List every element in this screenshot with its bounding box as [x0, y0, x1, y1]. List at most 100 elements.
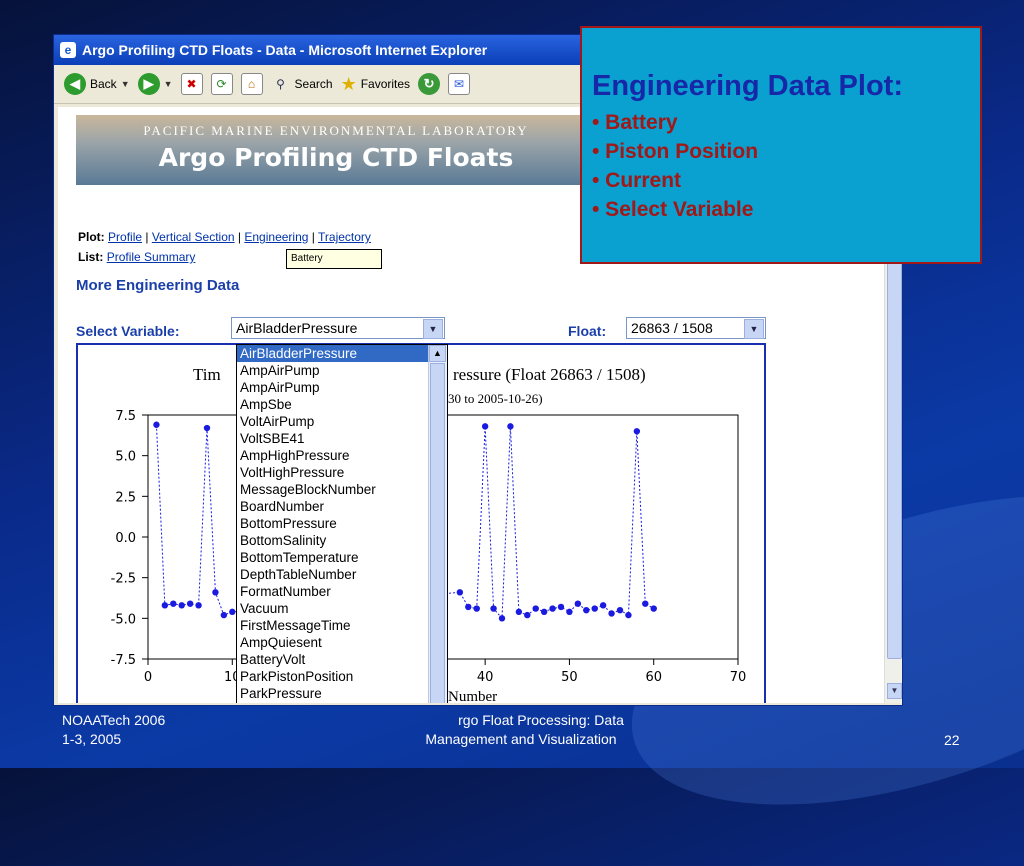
dropdown-option[interactable]: AmpSbe — [237, 396, 447, 413]
variable-select[interactable]: AirBladderPressure ▼ — [231, 317, 445, 339]
data-point — [465, 603, 472, 611]
footer-left: NOAATech 2006 1-3, 2005 — [62, 711, 165, 749]
chevron-down-icon[interactable]: ▼ — [744, 319, 764, 339]
dropdown-option[interactable]: AmpQuiesent — [237, 634, 447, 651]
data-point — [532, 605, 539, 612]
dropdown-option[interactable]: FirstMessageTime — [237, 617, 447, 634]
x-tick-label: 50 — [561, 670, 578, 685]
dropdown-option[interactable]: BottomTemperature — [237, 549, 447, 566]
dropdown-option[interactable]: AirBladderPressure — [237, 345, 447, 362]
dropdown-option[interactable]: DepthTableNumber — [237, 566, 447, 583]
search-button[interactable]: ⚲ Search — [271, 74, 332, 94]
data-point — [178, 602, 185, 609]
data-point — [599, 602, 607, 609]
data-point — [642, 600, 649, 607]
data-point — [633, 428, 641, 435]
search-icon: ⚲ — [276, 77, 285, 91]
dropdown-scrollbar[interactable]: ▲ — [428, 345, 447, 703]
note-bullet-piston: • Piston Position — [592, 140, 759, 163]
vertical-section-link[interactable]: Vertical Section — [152, 230, 235, 244]
x-tick-label: 60 — [645, 670, 662, 685]
separator: | — [311, 230, 315, 244]
dropdown-option[interactable]: ParkPistonPosition — [237, 668, 447, 685]
x-axis-label: Number — [448, 689, 497, 703]
data-point — [229, 608, 236, 616]
y-tick-label: -2.5 — [111, 572, 136, 587]
list-nav: List: Profile Summary — [78, 250, 195, 264]
refresh-icon[interactable]: ⟳ — [210, 73, 233, 95]
data-point — [203, 424, 211, 432]
data-point — [524, 611, 531, 619]
dropdown-option[interactable]: BatteryVolt — [237, 651, 447, 668]
banner-subtitle: Pacific Marine Environmental Laboratory — [143, 123, 529, 138]
forward-arrow-icon: ▶ — [137, 73, 160, 95]
dropdown-option[interactable]: VoltHighPressure — [237, 464, 447, 481]
chevron-down-icon[interactable]: ▼ — [121, 79, 130, 89]
dropdown-scroll-thumb[interactable] — [430, 363, 445, 703]
dropdown-option[interactable]: ParkPressure — [237, 685, 447, 702]
dropdown-option[interactable]: AmpAirPump — [237, 362, 447, 379]
pmel-banner: Pacific Marine Environmental Laboratory … — [76, 115, 596, 185]
data-point — [490, 605, 497, 612]
battery-tooltip: Battery — [286, 249, 382, 269]
dropdown-option[interactable]: VoltAirPump — [237, 413, 447, 430]
dropdown-option[interactable]: VoltSBE41 — [237, 430, 447, 447]
y-tick-label: 7.5 — [115, 409, 136, 424]
chevron-down-icon[interactable]: ▼ — [423, 319, 443, 339]
select-variable-label: Select Variable: — [76, 323, 180, 339]
back-button[interactable]: ◀ Back ▼ — [64, 73, 130, 95]
favorites-label: Favorites — [360, 77, 411, 91]
history-icon[interactable]: ↻ — [418, 73, 441, 95]
dropdown-option[interactable]: ParkSalinity — [237, 702, 447, 703]
home-icon[interactable]: ⌂ — [240, 73, 263, 95]
dropdown-option[interactable]: AmpHighPressure — [237, 447, 447, 464]
chevron-down-icon[interactable]: ▼ — [887, 683, 902, 699]
trajectory-link[interactable]: Trajectory — [318, 230, 371, 244]
chevron-up-icon[interactable]: ▲ — [429, 345, 446, 362]
y-tick-label: 0.0 — [115, 531, 136, 546]
data-point — [481, 423, 489, 430]
separator: | — [237, 230, 242, 244]
variable-dropdown-list[interactable]: AirBladderPressure AmpAirPump AmpAirPump Am… — [236, 344, 448, 703]
engineering-link[interactable]: Engineering — [244, 230, 308, 244]
y-tick-label: 2.5 — [115, 490, 136, 505]
dropdown-option[interactable]: BottomSalinity — [237, 532, 447, 549]
float-label: Float: — [568, 323, 607, 339]
chart-subtitle: 30 to 2005-10-26) — [448, 391, 543, 406]
data-point — [515, 608, 523, 616]
x-tick-label: 70 — [730, 670, 747, 685]
data-point — [186, 600, 194, 607]
float-select[interactable]: 26863 / 1508 ▼ — [626, 317, 766, 339]
x-tick-label: 40 — [477, 670, 494, 685]
chart-title-prefix: Tim — [193, 365, 221, 384]
y-tick-label: 5.0 — [115, 450, 136, 465]
dropdown-option[interactable]: AmpAirPump — [237, 379, 447, 396]
dropdown-option[interactable]: BoardNumber — [237, 498, 447, 515]
stop-icon[interactable]: ✖ — [180, 73, 203, 95]
plot-nav: Plot: Profile | Vertical Section | Engin… — [78, 230, 371, 244]
dropdown-option[interactable]: MessageBlockNumber — [237, 481, 447, 498]
float-select-value: 26863 / 1508 — [631, 320, 713, 336]
dropdown-option[interactable]: FormatNumber — [237, 583, 447, 600]
dropdown-option[interactable]: Vacuum — [237, 600, 447, 617]
forward-button[interactable]: ▶ ▼ — [137, 73, 173, 95]
data-point — [540, 608, 548, 616]
note-title: Engineering Data Plot: — [592, 70, 903, 102]
data-point — [574, 600, 582, 607]
profile-summary-link[interactable]: Profile Summary — [107, 250, 196, 264]
back-label: Back — [90, 77, 117, 91]
data-point — [650, 605, 657, 612]
profile-link[interactable]: Profile — [108, 230, 142, 244]
data-point — [195, 602, 202, 609]
data-point — [507, 423, 514, 430]
data-point — [583, 607, 590, 614]
window-title: Argo Profiling CTD Floats - Data - Micro… — [82, 42, 488, 58]
dropdown-option[interactable]: BottomPressure — [237, 515, 447, 532]
data-point — [220, 611, 228, 619]
mail-icon[interactable]: ✉ — [448, 73, 471, 95]
data-point — [608, 610, 615, 617]
favorites-button[interactable]: ★ Favorites — [341, 74, 411, 95]
note-bullet-battery: • Battery — [592, 111, 678, 134]
data-point — [625, 611, 632, 619]
chevron-down-icon[interactable]: ▼ — [164, 79, 173, 89]
